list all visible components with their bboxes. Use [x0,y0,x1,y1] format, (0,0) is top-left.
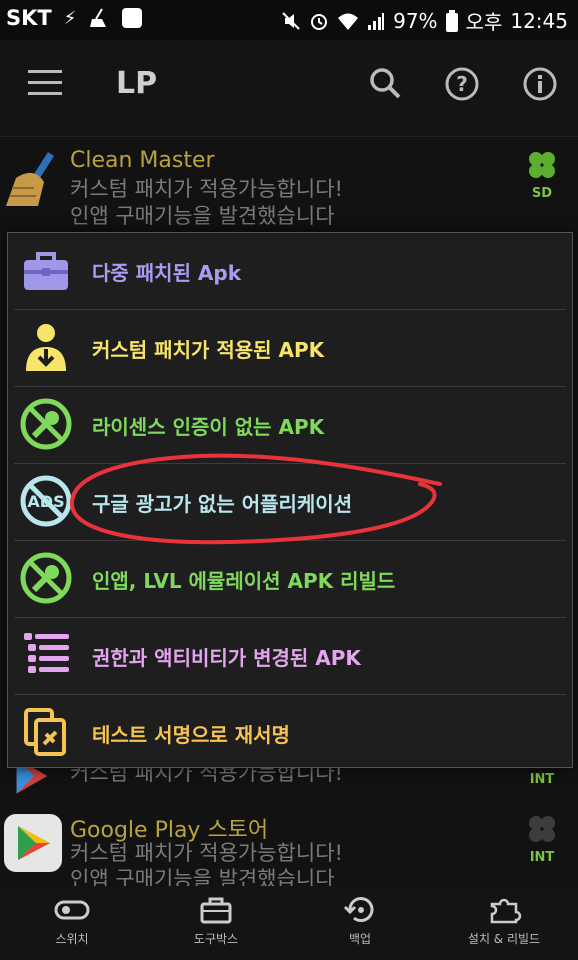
app-status-line: 커스텀 패치가 적용가능합니다! [70,177,343,201]
broom-icon [90,8,107,27]
notification-square-icon [122,8,143,28]
list-item[interactable]: Clean Master 커스텀 패치가 적용가능합니다! 인앱 구매기능을 발… [0,140,578,228]
time-ampm: 오후 [465,10,503,34]
backup-restore-icon [343,897,374,922]
toolbox-icon [200,897,232,924]
broom-app-icon [6,152,54,206]
menu-item-label: 테스트 서명으로 재서명 [92,723,290,747]
data-speed-icon: ⚡ [63,7,77,29]
no-key-icon [20,552,72,604]
puzzle-icon [490,898,522,924]
user-download-icon [26,324,66,371]
menu-item-label: 다중 패치된 Apk [92,261,242,285]
nav-label: 설치 & 리빌드 [467,932,541,946]
menu-item-inapp-lvl-rebuild[interactable]: 인앱, LVL 에뮬레이션 APK 리빌드 [8,541,572,616]
bottom-navigation: 스위치 도구박스 백업 설치 & 리빌드 [0,886,578,960]
battery-icon [445,9,458,32]
menu-item-label: 인앱, LVL 에뮬레이션 APK 리빌드 [92,569,396,593]
no-key-icon [20,398,72,450]
battery-percent: 97% [393,8,438,33]
toggle-switch-icon [54,900,90,920]
wifi-icon [338,13,359,30]
svg-text:?: ? [456,72,468,96]
nav-label: 스위치 [55,932,89,946]
no-ads-icon: ADS [20,475,72,527]
menu-item-resign-test[interactable]: 테스트 서명으로 재서명 [8,695,572,770]
menu-item-custom-patched[interactable]: 커스텀 패치가 적용된 APK [8,310,572,385]
nav-install-rebuild[interactable]: 설치 & 리빌드 [432,886,576,960]
signed-file-icon [24,708,66,756]
app-status-line: 인앱 구매기능을 발견했습니다 [70,204,335,228]
menu-item-label: 커스텀 패치가 적용된 APK [92,338,325,362]
carrier-label: SKT [6,6,52,30]
list-item[interactable]: Google Play 스토어 커스텀 패치가 적용가능합니다! 인앱 구매기능… [0,808,578,891]
app-title: LP [116,66,158,101]
clover-icon [529,152,555,178]
menu-item-permissions-changed[interactable]: 권한과 액티비티가 변경된 APK [8,618,572,693]
menu-item-multi-patched[interactable]: 다중 패치된 Apk [8,233,572,308]
mute-icon [282,11,300,30]
alarm-icon [311,13,328,30]
app-status-line: 커스텀 패치가 적용가능합니다! [70,841,343,865]
nav-label: 백업 [348,932,372,946]
nav-label: 도구박스 [193,932,239,946]
menu-item-no-license[interactable]: 라이센스 인증이 없는 APK [8,387,572,462]
nav-switch[interactable]: 스위치 [0,886,144,960]
menu-item-label: 구글 광고가 없는 어플리케이션 [92,492,353,516]
nav-toolbox[interactable]: 도구박스 [144,886,288,960]
status-bar: SKT ⚡ 97% 오후 12:45 [0,0,578,40]
clock-time: 12:45 [510,8,568,33]
menu-item-no-ads[interactable]: ADS 구글 광고가 없는 어플리케이션 [8,464,572,539]
filter-popup-menu: 다중 패치된 Apk 커스텀 패치가 적용된 APK 라이센스 인증이 없는 A… [7,232,573,768]
badge-label: SD [531,186,553,201]
signal-icon [368,12,385,30]
nav-backup[interactable]: 백업 [288,886,432,960]
toolbox-icon [24,252,68,290]
app-bar: LP ? [0,40,578,137]
list-bars-icon [24,633,69,673]
info-icon[interactable] [520,64,560,104]
menu-item-label: 라이센스 인증이 없는 APK [92,415,325,439]
app-name: Clean Master [70,148,215,173]
badge-label: INT [529,772,555,787]
search-icon[interactable] [366,64,406,104]
play-store-icon [18,826,50,860]
hamburger-menu-icon[interactable] [28,70,62,98]
badge-label: INT [529,850,555,865]
menu-item-label: 권한과 액티비티가 변경된 APK [92,646,361,670]
clover-icon [529,816,555,842]
help-icon[interactable]: ? [442,64,482,104]
